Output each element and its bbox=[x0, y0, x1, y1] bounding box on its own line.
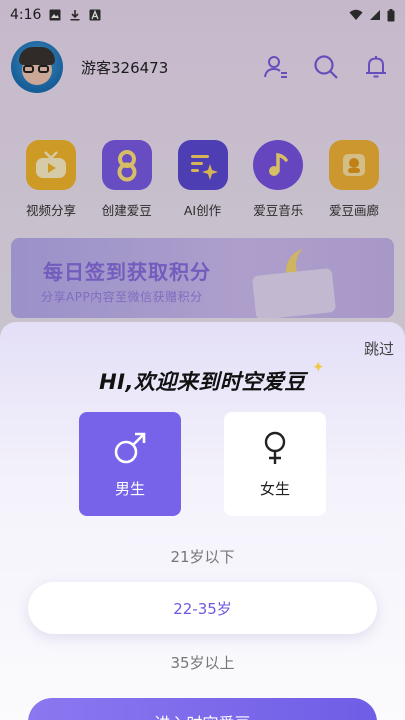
sparkle-icon: ✦ bbox=[312, 358, 325, 376]
age-option-over-35[interactable]: 35岁以上 bbox=[0, 652, 405, 673]
skip-button[interactable]: 跳过 bbox=[364, 338, 394, 359]
gender-male-option[interactable]: 男生 bbox=[79, 412, 181, 516]
female-symbol-icon bbox=[264, 431, 286, 464]
gender-female-option[interactable]: 女生 bbox=[224, 412, 326, 516]
onboarding-sheet: 跳过 HI,欢迎来到时空爱豆 ✦ 男生 女生 21岁以下 22-35岁 35岁以… bbox=[0, 322, 405, 720]
age-option-under-21[interactable]: 21岁以下 bbox=[0, 546, 405, 567]
age-option-22-35[interactable]: 22-35岁 bbox=[28, 582, 377, 634]
gender-male-label: 男生 bbox=[114, 479, 145, 498]
gender-female-label: 女生 bbox=[259, 479, 290, 498]
welcome-title: HI,欢迎来到时空爱豆 bbox=[99, 370, 306, 394]
enter-button[interactable]: 进入时空爱豆 bbox=[28, 698, 377, 720]
male-symbol-icon bbox=[114, 432, 146, 463]
